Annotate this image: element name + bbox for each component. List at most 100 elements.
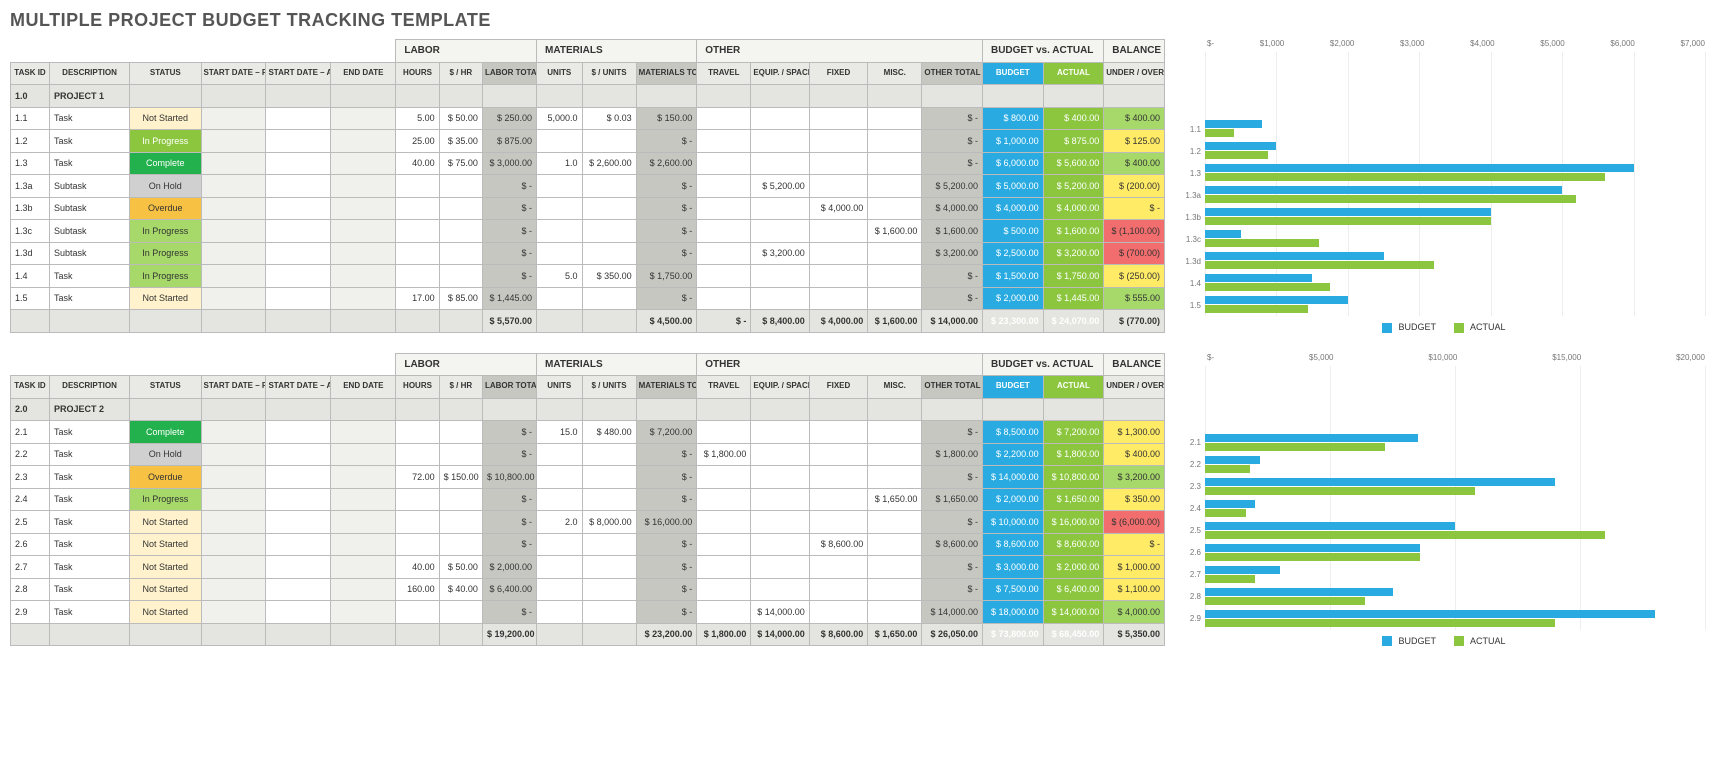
cell: $ 2,000.00	[1043, 556, 1104, 579]
cell: $ 6,400.00	[1043, 578, 1104, 601]
cell	[396, 242, 439, 265]
cell: $ 1,500.00	[982, 265, 1043, 288]
cell	[396, 443, 439, 466]
chart-row-label: 1.5	[1177, 301, 1205, 310]
cell: $ -	[482, 421, 536, 444]
table-row: 2.1TaskComplete$ -15.0$ 480.00$ 7,200.00…	[11, 421, 1165, 444]
cell: $ 1,000.00	[982, 130, 1043, 153]
cell	[697, 601, 751, 624]
cell: $ 350.00	[1104, 488, 1165, 511]
total-cell	[537, 623, 582, 646]
cell	[201, 466, 266, 489]
cell: $ 0.03	[582, 107, 636, 130]
bar-budget	[1205, 230, 1241, 238]
cell: 40.00	[396, 556, 439, 579]
bar-budget	[1205, 252, 1384, 260]
cell: $ -	[636, 130, 697, 153]
cell: Overdue	[130, 197, 201, 220]
cell	[809, 443, 867, 466]
col-header: LABOR TOTAL	[482, 62, 536, 85]
bar-budget	[1205, 456, 1260, 464]
cell	[331, 578, 396, 601]
axis-tick: $10,000	[1428, 353, 1457, 362]
cell	[751, 466, 809, 489]
total-cell	[582, 310, 636, 333]
chart-row: 1.2	[1177, 140, 1705, 162]
cell: Task	[49, 107, 129, 130]
cell: 1.3a	[11, 175, 50, 198]
cell	[439, 242, 482, 265]
cell	[201, 578, 266, 601]
total-cell	[537, 310, 582, 333]
cell: Task	[49, 488, 129, 511]
group-other: OTHER	[697, 353, 983, 376]
cell: $ 5,200.00	[1043, 175, 1104, 198]
cell: Task	[49, 601, 129, 624]
cell	[751, 421, 809, 444]
cell	[697, 533, 751, 556]
cell	[868, 511, 922, 534]
bar-actual	[1205, 305, 1308, 313]
cell: $ 5,000.00	[982, 175, 1043, 198]
cell: $ 1,650.00	[922, 488, 983, 511]
cell: Not Started	[130, 601, 201, 624]
cell: $ 16,000.00	[1043, 511, 1104, 534]
cell	[809, 175, 867, 198]
bar-budget	[1205, 588, 1393, 596]
cell	[266, 421, 331, 444]
cell	[396, 511, 439, 534]
bar-budget	[1205, 434, 1418, 442]
cell: $ -	[636, 443, 697, 466]
chart-row: 1.3a	[1177, 184, 1705, 206]
cell: $ 2,200.00	[982, 443, 1043, 466]
bar-budget	[1205, 164, 1634, 172]
col-header: ACTUAL	[1043, 62, 1104, 85]
cell	[751, 488, 809, 511]
cell: $ 150.00	[439, 466, 482, 489]
col-header: BUDGET	[982, 62, 1043, 85]
cell	[331, 197, 396, 220]
cell	[868, 265, 922, 288]
chart-row: 2.7	[1177, 564, 1705, 586]
chart-row-label: 1.1	[1177, 125, 1205, 134]
cell: $ -	[482, 533, 536, 556]
cell	[537, 130, 582, 153]
total-cell	[331, 310, 396, 333]
cell: $ -	[922, 511, 983, 534]
cell: 2.8	[11, 578, 50, 601]
cell: 5,000.0	[537, 107, 582, 130]
cell	[868, 197, 922, 220]
cell	[201, 107, 266, 130]
cell	[537, 175, 582, 198]
cell: $ 350.00	[582, 265, 636, 288]
bar-actual	[1205, 261, 1434, 269]
cell: Task	[49, 578, 129, 601]
bar-actual	[1205, 239, 1319, 247]
cell	[201, 533, 266, 556]
cell: $ 1,000.00	[1104, 556, 1165, 579]
cell: Task	[49, 421, 129, 444]
cell	[582, 197, 636, 220]
table-row: 2.7TaskNot Started40.00$ 50.00$ 2,000.00…	[11, 556, 1165, 579]
cell: $ 400.00	[1104, 107, 1165, 130]
cell	[868, 421, 922, 444]
cell: $ 400.00	[1104, 443, 1165, 466]
cell: $ 4,000.00	[922, 197, 983, 220]
cell	[266, 601, 331, 624]
cell: $ -	[482, 242, 536, 265]
cell: Task	[49, 152, 129, 175]
cell: $ 50.00	[439, 556, 482, 579]
total-cell: $ 73,800.00	[982, 623, 1043, 646]
cell	[868, 287, 922, 310]
cell: 40.00	[396, 152, 439, 175]
cell: $ 16,000.00	[636, 511, 697, 534]
bar-actual	[1205, 151, 1268, 159]
cell: $ -	[922, 152, 983, 175]
chart-row-label: 1.3a	[1177, 191, 1205, 200]
group-bva: BUDGET vs. ACTUAL	[982, 353, 1103, 376]
cell	[751, 265, 809, 288]
cell: $ 1,650.00	[1043, 488, 1104, 511]
cell: $ 35.00	[439, 130, 482, 153]
cell	[751, 107, 809, 130]
cell	[201, 220, 266, 243]
